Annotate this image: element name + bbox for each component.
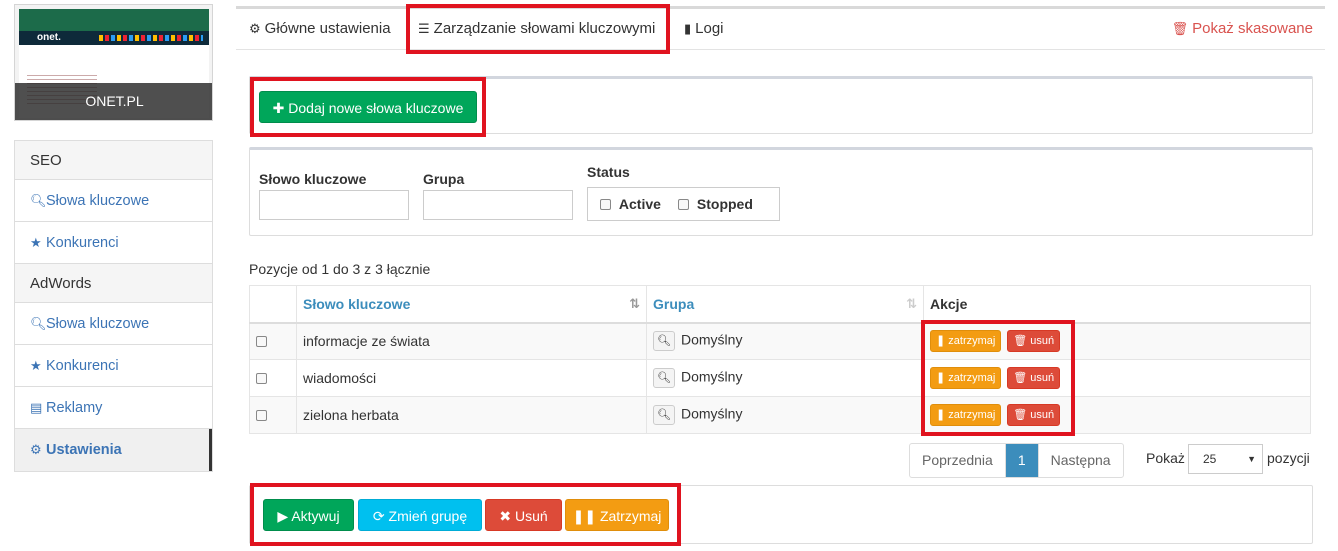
page-size-suffix: pozycji (1267, 450, 1310, 466)
group-filter-label: Grupa (423, 171, 465, 187)
sidebar-item-seo-competitors[interactable]: ★ Konkurenci (15, 222, 212, 264)
sidebar-item-label: Konkurenci (46, 358, 119, 374)
table-row: informacje ze świata 🔍︎ Domyślny ❚ zatrzy… (249, 322, 1311, 360)
trophy-icon: ★ (30, 358, 42, 373)
sort-icon: ⇅ (906, 295, 917, 311)
keyword-cell: wiadomości (296, 359, 647, 397)
zoom-icon[interactable]: 🔍︎ (653, 331, 675, 352)
sidebar-item-adwords-keywords[interactable]: 🔍︎Słowa kluczowe (15, 303, 212, 345)
chevron-down-icon: ▼ (1247, 454, 1256, 464)
sidebar-item-adwords-settings[interactable]: ⚙ Ustawienia (15, 429, 212, 471)
sidebar-item-label: Konkurenci (46, 235, 119, 251)
zoom-icon[interactable]: 🔍︎ (653, 405, 675, 425)
group-label: Domyślny (681, 368, 743, 385)
table-info: Pozycje od 1 do 3 z 3 łącznie (249, 261, 431, 277)
tab-general-settings[interactable]: ⚙ Główne ustawienia (249, 9, 391, 49)
select-column-header (249, 285, 297, 324)
group-label: Domyślny (681, 331, 743, 348)
row-select-cell (249, 396, 297, 434)
pagination: Poprzednia 1 Następna (909, 443, 1124, 478)
site-thumbnail[interactable]: onet. ONET.PL (14, 4, 213, 121)
trash-icon: 🗑︎ (1171, 21, 1189, 36)
status-stopped-option[interactable]: Stopped (678, 196, 753, 212)
filter-panel: Słowo kluczowe Grupa Status Active Stopp… (249, 147, 1313, 236)
trophy-icon: ★ (30, 235, 42, 250)
sidebar-item-label: Ustawienia (46, 442, 122, 458)
group-cell: 🔍︎ Domyślny (646, 322, 924, 360)
sort-asc-icon: ⇅ (629, 295, 640, 311)
group-column-header[interactable]: Grupa ⇅ (646, 285, 924, 324)
next-page-button[interactable]: Następna (1039, 444, 1123, 477)
tab-label: Główne ustawienia (264, 20, 391, 37)
keyword-cell: informacje ze świata (296, 322, 647, 360)
group-cell: 🔍︎ Domyślny (646, 359, 924, 397)
table-header-row: Słowo kluczowe ⇅ Grupa ⇅ Akcje (249, 285, 1311, 324)
tab-label: Logi (695, 20, 724, 37)
row-select-cell (249, 359, 297, 397)
thumb-logo: onet. (37, 32, 61, 43)
status-filter-box: Active Stopped (587, 187, 780, 221)
search-icon: 🔍︎ (30, 193, 47, 208)
highlight-box (921, 320, 1075, 436)
row-checkbox[interactable] (256, 373, 267, 384)
highlight-box (250, 483, 681, 546)
settings-tabs: ⚙ Główne ustawienia ☰ Zarządzanie słowami … (236, 6, 1325, 50)
sidebar-section-seo: SEO (15, 141, 212, 180)
group-label: Domyślny (681, 405, 743, 422)
status-active-label: Active (618, 196, 661, 212)
page-1-button[interactable]: 1 (1004, 444, 1039, 477)
row-checkbox[interactable] (256, 336, 267, 348)
page-size-select[interactable]: 25 ▼ (1188, 444, 1263, 474)
status-active-option[interactable]: Active (600, 196, 661, 212)
prev-page-button[interactable]: Poprzednia (910, 444, 1005, 477)
actions-column-header: Akcje (923, 285, 1311, 324)
keywords-table: Słowo kluczowe ⇅ Grupa ⇅ Akcje informacj… (249, 285, 1311, 434)
highlight-box (250, 77, 486, 137)
show-deleted-link[interactable]: 🗑︎ Pokaż skasowane (1172, 9, 1313, 49)
gear-icon: ⚙ (249, 21, 261, 36)
file-icon: ▮ (684, 21, 692, 36)
zoom-icon[interactable]: 🔍︎ (653, 368, 675, 388)
site-name: ONET.PL (85, 93, 144, 109)
actions-header-label: Akcje (930, 295, 968, 312)
group-header-label: Grupa (653, 295, 695, 312)
sidebar-item-seo-keywords[interactable]: 🔍︎Słowa kluczowe (15, 180, 212, 222)
ad-icon: ▤ (30, 400, 43, 415)
table-row: wiadomości 🔍︎ Domyślny ❚ zatrzymaj 🗑︎ usu… (249, 359, 1311, 397)
sidebar-item-adwords-competitors[interactable]: ★ Konkurenci (15, 345, 212, 387)
tab-label: Pokaż skasowane (1192, 20, 1313, 37)
sidebar-item-label: Słowa kluczowe (46, 193, 150, 209)
gear-icon: ⚙ (30, 442, 42, 457)
sidebar-section-adwords: AdWords (15, 264, 212, 303)
status-stopped-checkbox[interactable] (678, 199, 689, 210)
keyword-header-label: Słowo kluczowe (303, 295, 411, 312)
status-active-checkbox[interactable] (600, 199, 611, 210)
page-size-value: 25 (1203, 452, 1217, 466)
row-select-cell (249, 322, 297, 360)
sidebar-item-adwords-ads[interactable]: ▤ Reklamy (15, 387, 212, 429)
tab-logs[interactable]: ▮ Logi (684, 9, 724, 49)
status-stopped-label: Stopped (696, 196, 753, 212)
search-icon: 🔍︎ (30, 316, 47, 331)
keyword-column-header[interactable]: Słowo kluczowe ⇅ (296, 285, 647, 324)
group-filter-input[interactable] (423, 190, 573, 220)
row-checkbox[interactable] (256, 410, 267, 421)
page-size-label: Pokaż (1146, 450, 1185, 466)
sidebar: SEO 🔍︎Słowa kluczowe ★ Konkurenci AdWords… (14, 140, 213, 472)
group-cell: 🔍︎ Domyślny (646, 396, 924, 434)
keyword-filter-input[interactable] (259, 190, 409, 220)
keyword-cell: zielona herbata (296, 396, 647, 434)
status-filter-label: Status (587, 164, 630, 180)
sidebar-item-label: Słowa kluczowe (46, 316, 150, 332)
highlight-box (406, 4, 670, 54)
table-row: zielona herbata 🔍︎ Domyślny ❚ zatrzymaj 🗑… (249, 396, 1311, 434)
keyword-filter-label: Słowo kluczowe (259, 171, 367, 187)
sidebar-item-label: Reklamy (46, 400, 103, 416)
